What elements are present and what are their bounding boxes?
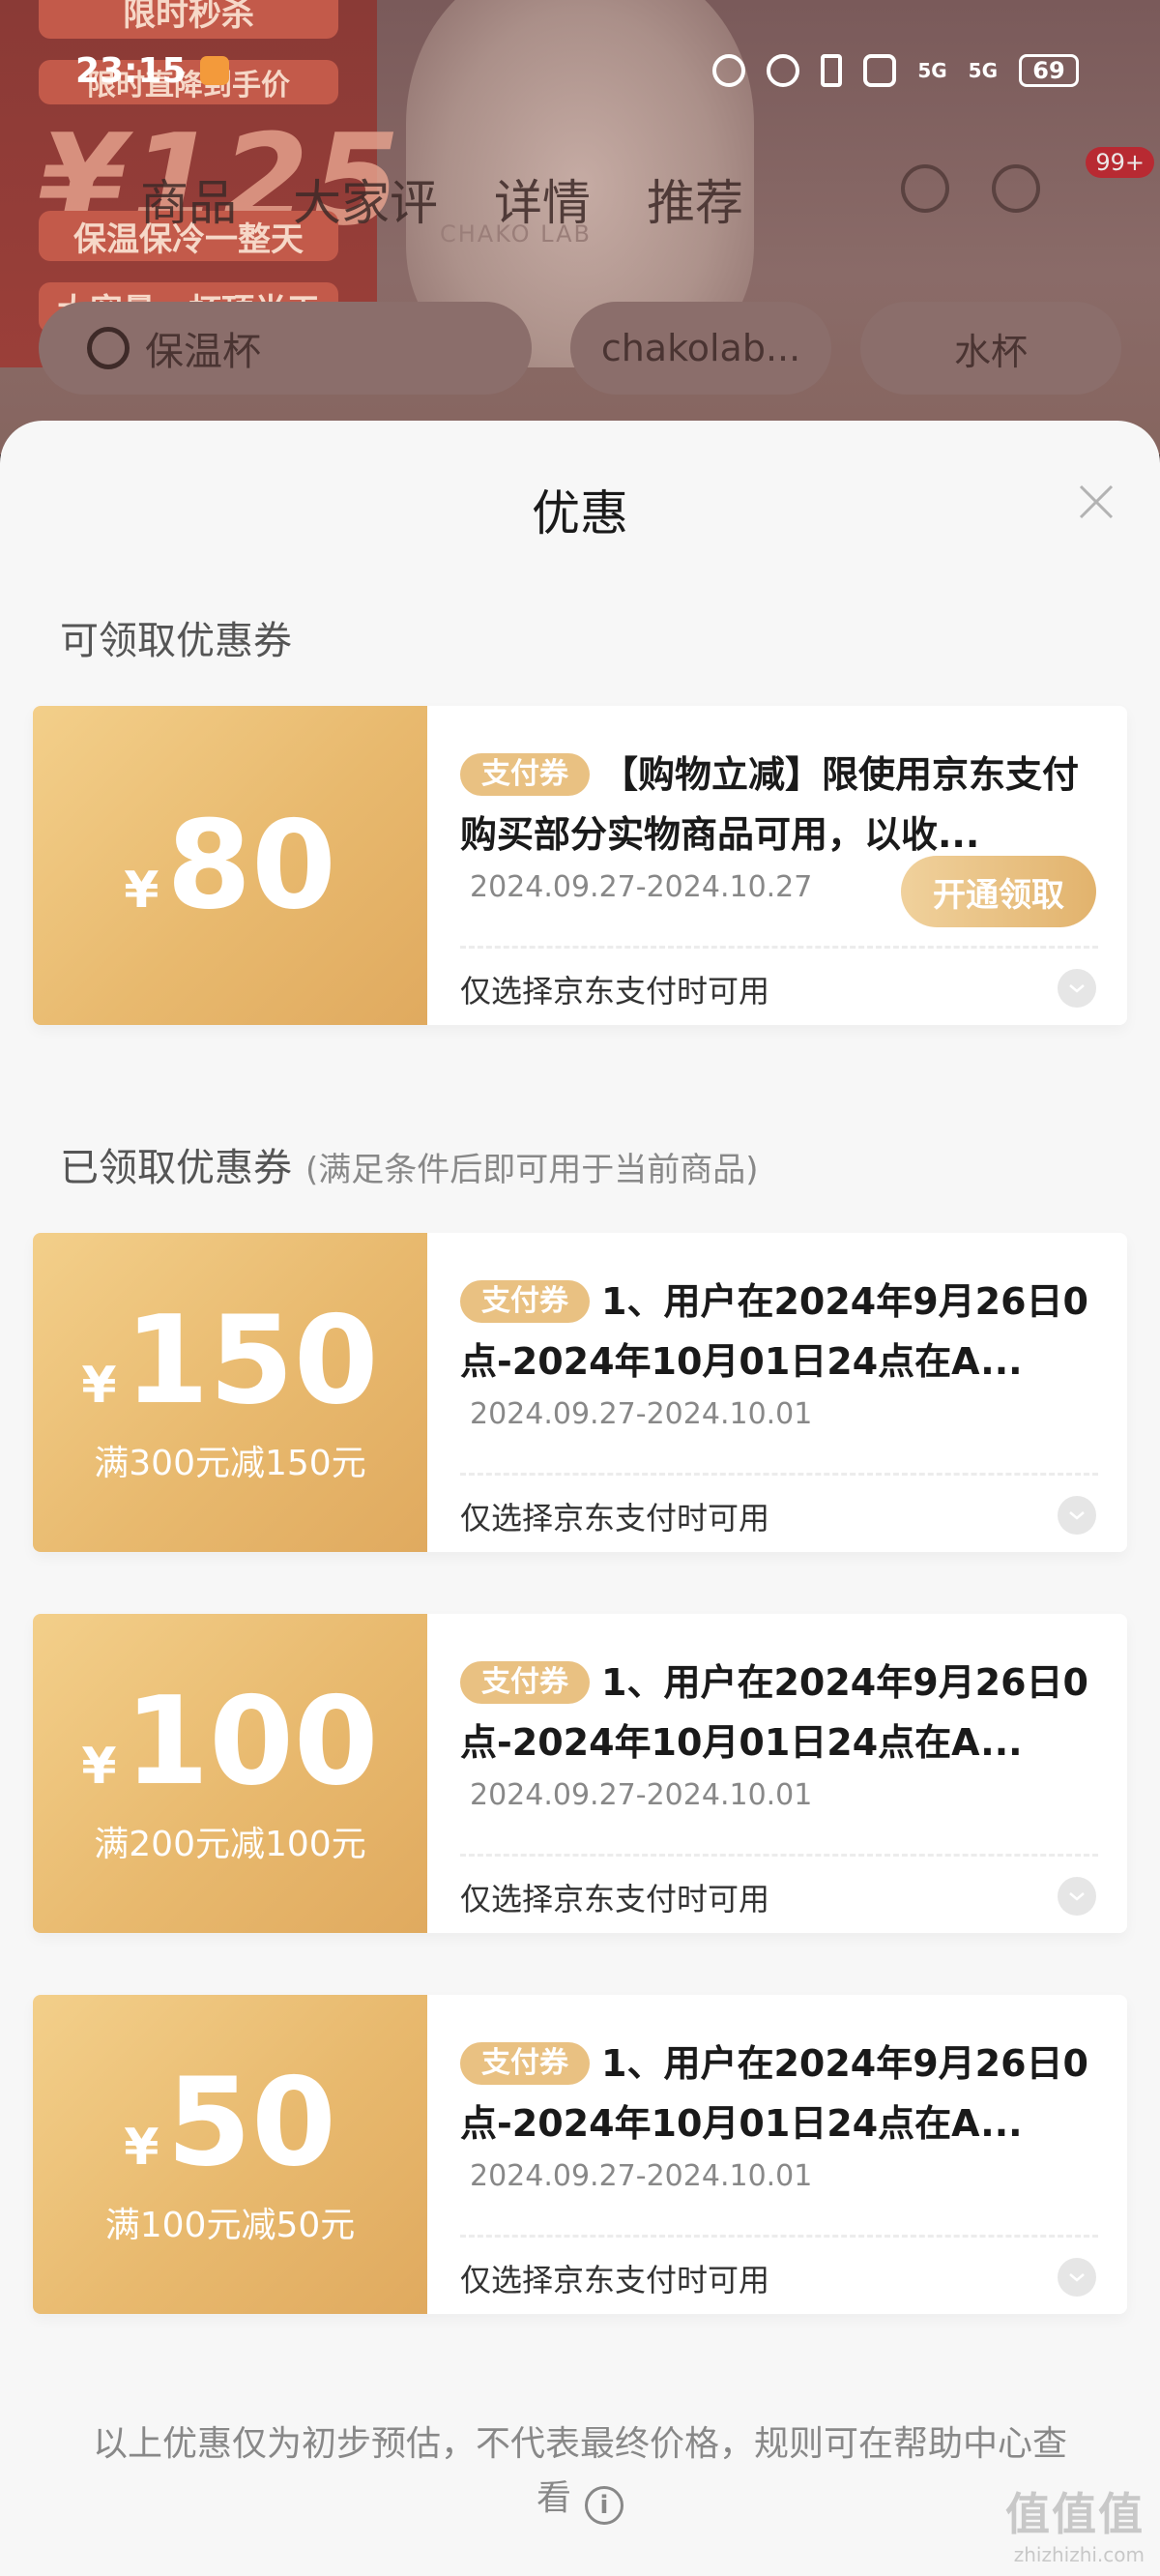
mute-icon xyxy=(863,54,897,87)
coupon-description: 支付券 【购物立减】限使用京东支付购买部分实物商品可用，以收... xyxy=(460,753,1080,856)
tab-details: 详情 xyxy=(494,175,591,231)
search-icon xyxy=(87,327,130,369)
coupon-amount: 80 xyxy=(166,794,336,936)
coupon-details: 支付券 1、用户在2024年9月26日0点-2024年10月01日24点在A...… xyxy=(427,1614,1127,1933)
coupon-value: ¥ 50 满100元减50元 xyxy=(33,1995,427,2314)
coupon-footer: 仅选择京东支付时可用 xyxy=(460,1881,770,1917)
share-icon xyxy=(992,164,1040,213)
coupon-condition: 满100元减50元 xyxy=(104,2206,356,2245)
chevron-down-icon[interactable] xyxy=(1058,2258,1096,2297)
coupon-type-tag: 支付券 xyxy=(460,2042,590,2085)
claimed-section-subtitle: (满足条件后即可用于当前商品) xyxy=(305,1151,759,1189)
coupon-footer: 仅选择京东支付时可用 xyxy=(460,973,770,1010)
search-chip: chakolab... xyxy=(570,302,831,395)
sheet-title: 优惠 xyxy=(532,485,628,542)
coupon-date: 2024.09.27-2024.10.01 xyxy=(470,1778,813,1812)
claimed-section-title: 已领取优惠券 (满足条件后即可用于当前商品) xyxy=(60,1146,759,1190)
coupon-card[interactable]: ¥ 80 支付券 【购物立减】限使用京东支付购买部分实物商品可用，以收... 20… xyxy=(33,706,1127,1025)
signal-icon: 5G xyxy=(968,59,998,82)
coupon-type-tag: 支付券 xyxy=(460,1661,590,1704)
coupon-description: 支付券 1、用户在2024年9月26日0点-2024年10月01日24点在A... xyxy=(460,2042,1088,2145)
notification-icon xyxy=(199,56,229,85)
coupon-card[interactable]: ¥ 150 满300元减150元 支付券 1、用户在2024年9月26日0点-20… xyxy=(33,1233,1127,1552)
claim-button[interactable]: 开通领取 xyxy=(901,856,1096,927)
chevron-down-icon[interactable] xyxy=(1058,1877,1096,1916)
alarm-icon xyxy=(767,54,800,87)
divider xyxy=(460,1854,1098,1857)
coupon-description: 支付券 1、用户在2024年9月26日0点-2024年10月01日24点在A... xyxy=(460,1280,1088,1383)
coupon-description: 支付券 1、用户在2024年9月26日0点-2024年10月01日24点在A... xyxy=(460,1661,1088,1764)
currency-symbol: ¥ xyxy=(124,2119,160,2177)
bluetooth-icon xyxy=(821,54,843,87)
eye-icon xyxy=(712,54,746,87)
coupon-type-tag: 支付券 xyxy=(460,1280,590,1323)
chevron-down-icon[interactable] xyxy=(1058,969,1096,1008)
disclaimer-text: 以上优惠仅为初步预估，不代表最终价格，规则可在帮助中心查看 xyxy=(92,2424,1067,2518)
coupon-details: 支付券 1、用户在2024年9月26日0点-2024年10月01日24点在A...… xyxy=(427,1995,1127,2314)
tab-goods: 商品 xyxy=(140,175,237,231)
promo-tag: 限时秒杀 xyxy=(39,0,338,39)
currency-symbol: ¥ xyxy=(81,1357,117,1415)
currency-symbol: ¥ xyxy=(81,1738,117,1796)
chevron-down-icon[interactable] xyxy=(1058,1496,1096,1535)
coupon-date: 2024.09.27-2024.10.01 xyxy=(470,2159,813,2193)
close-icon[interactable] xyxy=(1075,481,1117,523)
coupon-footer: 仅选择京东支付时可用 xyxy=(460,2262,770,2298)
search-chip: 水杯 xyxy=(860,302,1121,395)
tab-reviews: 大家评 xyxy=(293,175,438,231)
disclaimer: 以上优惠仅为初步预估，不代表最终价格，规则可在帮助中心查看 i xyxy=(87,2417,1073,2526)
tab-recommend: 推荐 xyxy=(647,175,743,231)
coupon-footer: 仅选择京东支付时可用 xyxy=(460,1500,770,1537)
coupon-details: 支付券 【购物立减】限使用京东支付购买部分实物商品可用，以收... 2024.09… xyxy=(427,706,1127,1025)
product-nav-tabs: 商品 大家评 详情 推荐 xyxy=(140,164,743,234)
coupon-value: ¥ 100 满200元减100元 xyxy=(33,1614,427,1933)
coupon-date: 2024.09.27-2024.10.01 xyxy=(470,1397,813,1431)
coupon-amount: 50 xyxy=(166,2051,336,2193)
divider xyxy=(460,2235,1098,2238)
available-section-title: 可领取优惠券 xyxy=(60,619,292,663)
cart-badge: 99+ xyxy=(1086,147,1154,178)
coupon-sheet: 优惠 可领取优惠券 ¥ 80 支付券 【购物立减】限使用京东支付购买部分实物商品可… xyxy=(0,421,1160,2576)
coupon-type-tag: 支付券 xyxy=(460,753,590,796)
coupon-card[interactable]: ¥ 50 满100元减50元 支付券 1、用户在2024年9月26日0点-2024… xyxy=(33,1995,1127,2314)
coupon-condition: 满200元减100元 xyxy=(94,1825,366,1864)
info-icon[interactable]: i xyxy=(585,2486,624,2525)
status-time: 23:15 xyxy=(75,50,187,91)
status-bar: 23:15 5G 5G 69 xyxy=(0,37,1160,104)
coupon-value: ¥ 150 满300元减150元 xyxy=(33,1233,427,1552)
search-bar: 保温杯 xyxy=(39,302,532,395)
coupon-amount: 100 xyxy=(124,1670,379,1812)
coupon-details: 支付券 1、用户在2024年9月26日0点-2024年10月01日24点在A...… xyxy=(427,1233,1127,1552)
watermark-url: zhizhizhi.com xyxy=(1013,2543,1145,2566)
coupon-value: ¥ 80 xyxy=(33,706,427,1025)
home-icon xyxy=(901,164,949,213)
divider xyxy=(460,946,1098,949)
currency-symbol: ¥ xyxy=(124,862,160,920)
divider xyxy=(460,1473,1098,1476)
battery-icon: 69 xyxy=(1019,54,1079,87)
signal-icon: 5G xyxy=(917,59,947,82)
coupon-amount: 150 xyxy=(124,1289,379,1431)
search-text: 保温杯 xyxy=(145,330,261,374)
watermark-logo: 值值值 xyxy=(1005,2488,1145,2540)
coupon-card[interactable]: ¥ 100 满200元减100元 支付券 1、用户在2024年9月26日0点-20… xyxy=(33,1614,1127,1933)
watermark: 值值值 zhizhizhi.com xyxy=(1005,2479,1145,2566)
coupon-date: 2024.09.27-2024.10.27 xyxy=(470,870,813,904)
coupon-condition: 满300元减150元 xyxy=(94,1444,366,1483)
